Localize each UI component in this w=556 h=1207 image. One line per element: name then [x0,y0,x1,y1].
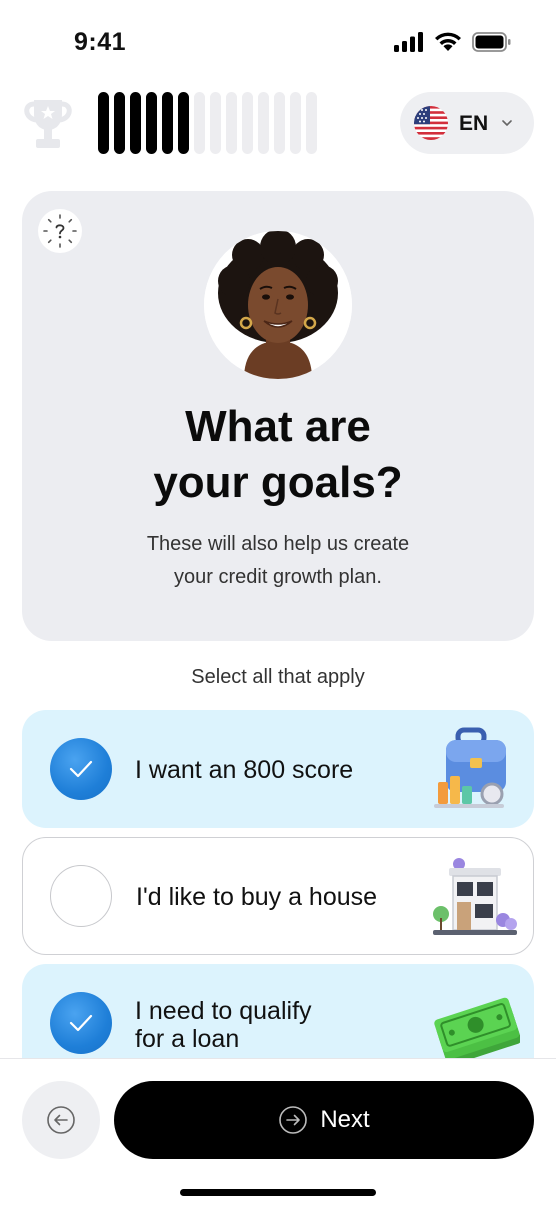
progress-segment [242,92,253,154]
language-code: EN [459,112,489,135]
progress-segment [114,92,125,154]
trophy-icon[interactable] [20,94,76,154]
progress-segment [130,92,141,154]
cellular-signal-icon [394,32,423,52]
progress-segment [290,92,301,154]
arrow-left-circle-icon [47,1106,75,1134]
next-button-label: Next [320,1106,370,1133]
goal-checkbox[interactable] [50,992,112,1054]
goals-hero-card: What are your goals? These will also hel… [22,191,534,641]
progress-segment [258,92,269,154]
goal-label: I need to qualify for a loan [135,997,312,1053]
status-bar: 9:41 [0,0,556,86]
back-button[interactable] [22,1081,100,1159]
goal-option-buy-house[interactable]: I'd like to buy a house [22,837,534,955]
goal-label: I want an 800 score [135,756,354,784]
progress-segment [146,92,157,154]
question-sparkle-icon [43,214,77,248]
onboarding-progress [98,92,317,154]
checkmark-icon [69,1014,93,1032]
battery-icon [472,32,511,52]
progress-segment [162,92,173,154]
arrow-right-circle-icon [279,1106,308,1134]
coach-avatar [204,231,352,379]
page-title: What are your goals? [153,402,403,507]
page-subtitle: These will also help us create your cred… [146,533,410,588]
chevron-down-icon [502,120,512,126]
progress-segment [306,92,317,154]
house-icon [433,858,517,935]
next-button[interactable]: Next [114,1081,534,1159]
progress-segment [210,92,221,154]
wifi-icon [435,32,461,51]
home-indicator [180,1189,376,1196]
goal-option-800-score[interactable]: I want an 800 score [22,710,534,828]
progress-segment [274,92,285,154]
briefcase-chart-icon [434,727,506,808]
us-flag-icon [414,106,448,140]
cash-stack-icon [434,997,520,1066]
progress-segment [226,92,237,154]
progress-segment [194,92,205,154]
goal-checkbox[interactable] [50,738,112,800]
status-time: 9:41 [74,28,127,56]
status-icons [394,32,512,52]
goal-label: I'd like to buy a house [136,883,378,911]
bottom-bar: Next [0,1058,556,1207]
top-row: EN [0,90,556,156]
help-button[interactable] [38,209,82,253]
language-selector[interactable]: EN [400,92,534,154]
progress-segment [178,92,189,154]
progress-segment [98,92,109,154]
select-hint: Select all that apply [191,666,365,688]
checkmark-icon [69,760,93,778]
goal-checkbox[interactable] [50,865,112,927]
